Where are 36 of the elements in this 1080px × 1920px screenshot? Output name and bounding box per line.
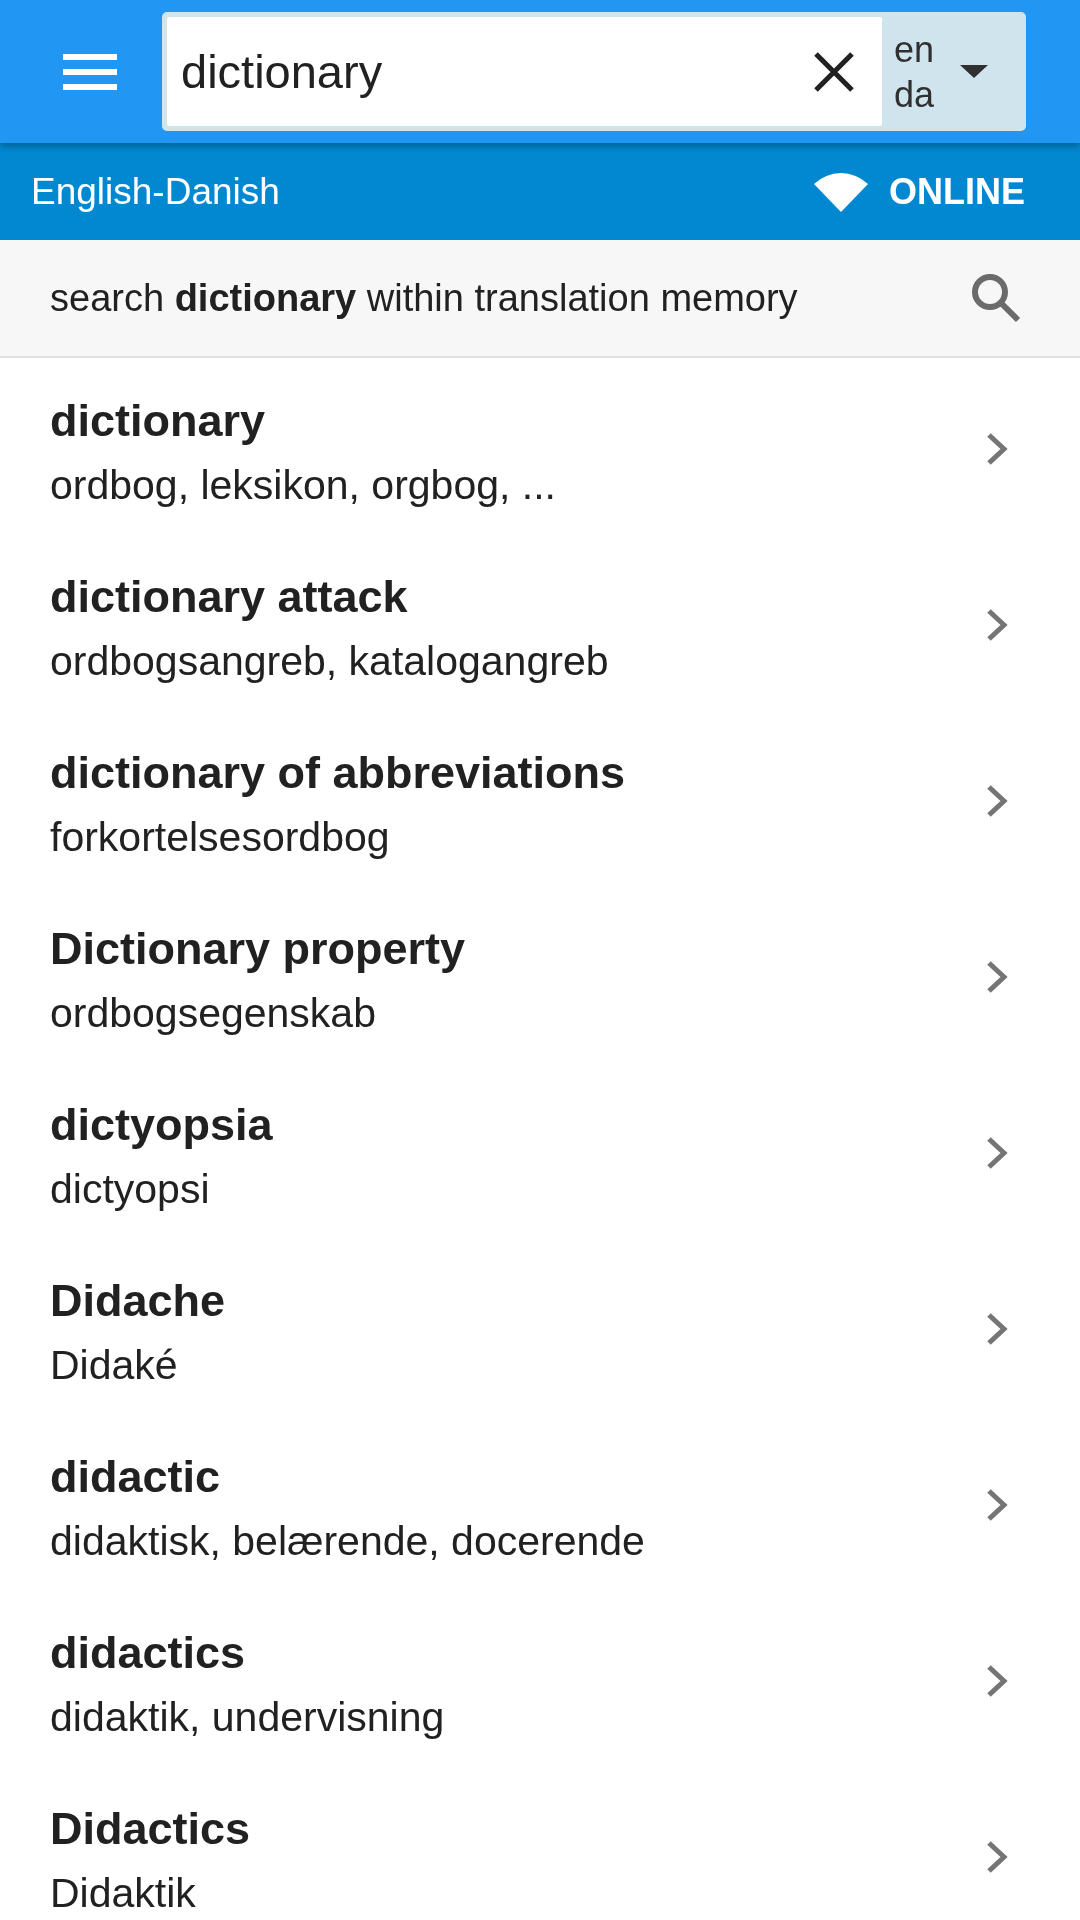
memory-search-button[interactable]: search dictionary within translation memory	[0, 240, 1080, 358]
entry-translations: didaktik, undervisning	[50, 1695, 445, 1740]
wifi-icon	[814, 171, 868, 212]
dictionary-name: English-Danish	[31, 170, 280, 213]
chevron-right-icon	[986, 608, 1008, 642]
search-field[interactable]: dictionary	[167, 17, 882, 126]
entry-term[interactable]: Didactics	[50, 1803, 251, 1855]
chevron-right-icon	[986, 432, 1008, 466]
chevron-right-icon	[986, 1488, 1008, 1522]
menu-icon[interactable]	[63, 53, 117, 90]
entry-term[interactable]: dictyopsia	[50, 1099, 273, 1151]
entry-translations: Didaké	[50, 1343, 178, 1388]
entry-translations: dictyopsi	[50, 1167, 210, 1212]
entry-term[interactable]: dictionary attack	[50, 571, 408, 623]
entry-term[interactable]: Dictionary property	[50, 923, 466, 975]
entry-term[interactable]: dictionary	[50, 395, 266, 447]
entry-translations: forkortelsesordbog	[50, 815, 390, 860]
close-icon[interactable]	[813, 50, 855, 93]
chevron-right-icon	[986, 960, 1008, 994]
chevron-right-icon	[986, 1840, 1008, 1874]
entry-term[interactable]: Didache	[50, 1275, 226, 1327]
entry-translations: ordbog, leksikon, orgbog, ...	[50, 463, 556, 508]
entry-term[interactable]: dictionary of abbreviations	[50, 747, 626, 799]
entry-translations: Didaktik	[50, 1871, 196, 1916]
entry-term[interactable]: didactics	[50, 1627, 246, 1679]
entry-translations: ordbogsegenskab	[50, 991, 376, 1036]
search-icon	[971, 273, 1021, 323]
chevron-right-icon	[986, 784, 1008, 818]
entry-term[interactable]: didactic	[50, 1451, 221, 1503]
entry-translations: didaktisk, belærende, docerende	[50, 1519, 645, 1564]
caret-down-icon	[960, 65, 989, 78]
chevron-right-icon	[986, 1312, 1008, 1346]
chevron-right-icon	[986, 1136, 1008, 1170]
entry-translations: ordbogsangreb, katalogangreb	[50, 639, 609, 684]
chevron-right-icon	[986, 1664, 1008, 1698]
connection-status: ONLINE	[889, 170, 1025, 213]
